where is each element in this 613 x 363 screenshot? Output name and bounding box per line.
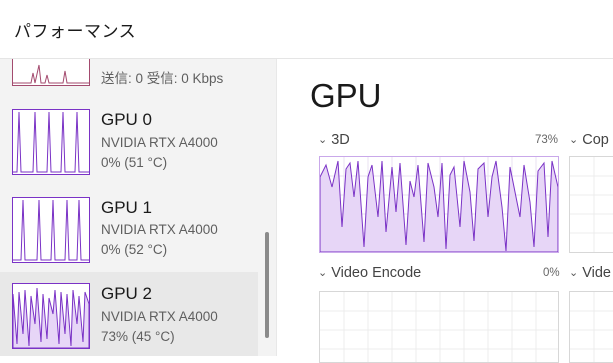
page-title: パフォーマンス <box>14 22 137 41</box>
graph-copy-label[interactable]: ⌄ Cop <box>569 132 609 148</box>
gpu-1-thumbnail <box>12 197 90 263</box>
gpu-detail-panel: GPU ⌄ 3D 73% ⌄ Cop ⌄ Video Encode 0% ⌄ V… <box>277 59 613 363</box>
chevron-down-icon: ⌄ <box>318 267 328 279</box>
graph-video-encode <box>319 291 559 363</box>
graph-video-decode <box>569 291 613 363</box>
graph-3d <box>319 156 559 253</box>
graph-video-decode-label[interactable]: ⌄ Vide <box>569 265 611 281</box>
chevron-down-icon: ⌄ <box>569 267 579 279</box>
gpu-0-usage: 0% (51 °C) <box>101 155 168 170</box>
graph-copy <box>569 156 613 253</box>
sidebar-item-gpu-1[interactable]: GPU 1 NVIDIA RTX A4000 0% (52 °C) <box>0 179 258 265</box>
gpu-1-model: NVIDIA RTX A4000 <box>101 222 218 237</box>
gpu-1-usage: 0% (52 °C) <box>101 242 168 257</box>
graph-video-encode-label[interactable]: ⌄ Video Encode <box>318 265 421 281</box>
gpu-0-model: NVIDIA RTX A4000 <box>101 135 218 150</box>
graph-video-encode-percent: 0% <box>543 267 560 279</box>
sidebar-item-network[interactable]: 送信: 0 受信: 0 Kbps <box>0 59 258 93</box>
graph-3d-label[interactable]: ⌄ 3D <box>318 132 350 148</box>
chevron-down-icon: ⌄ <box>318 134 328 146</box>
gpu-0-thumbnail <box>12 109 90 175</box>
network-throughput: 送信: 0 受信: 0 Kbps <box>101 71 224 86</box>
title-bar: パフォーマンス <box>0 0 613 59</box>
chevron-down-icon: ⌄ <box>569 134 579 146</box>
sidebar-scrollbar[interactable] <box>265 232 269 338</box>
gpu-2-thumbnail <box>12 283 90 349</box>
sidebar: 送信: 0 受信: 0 Kbps GPU 0 NVIDIA RTX A4000 … <box>0 59 277 356</box>
gpu-2-name: GPU 2 <box>101 284 153 303</box>
gpu-2-usage: 73% (45 °C) <box>101 329 175 344</box>
gpu-1-name: GPU 1 <box>101 198 153 217</box>
sidebar-item-gpu-0[interactable]: GPU 0 NVIDIA RTX A4000 0% (51 °C) <box>0 93 258 179</box>
gpu-2-model: NVIDIA RTX A4000 <box>101 309 218 324</box>
graph-3d-percent: 73% <box>535 134 559 146</box>
sidebar-item-gpu-2[interactable]: GPU 2 NVIDIA RTX A4000 73% (45 °C) <box>0 272 258 356</box>
gpu-title: GPU <box>310 77 382 114</box>
gpu-0-name: GPU 0 <box>101 110 153 129</box>
network-thumbnail <box>12 59 90 86</box>
